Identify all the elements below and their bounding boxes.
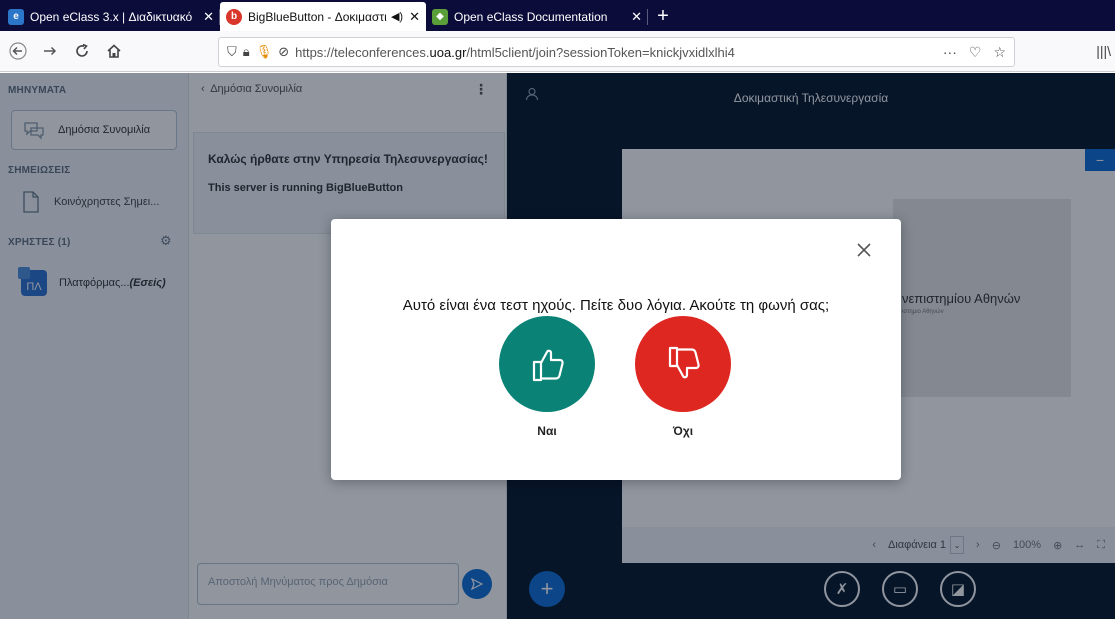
forward-button[interactable] [36, 37, 64, 65]
tab-close-icon[interactable]: ✕ [631, 9, 642, 25]
library-icon[interactable]: |||\ [1096, 43, 1111, 59]
eclass-favicon-icon: e [8, 8, 24, 25]
pocket-icon[interactable]: ♡ [969, 44, 982, 61]
tab-close-icon[interactable]: ✕ [203, 9, 214, 25]
thumbs-up-icon [532, 349, 564, 382]
tab-bigbluebutton[interactable]: b BigBlueButton - Δοκιμαστι ◀) ✕ [220, 2, 426, 31]
back-button[interactable] [4, 37, 32, 65]
tab-eclass[interactable]: e Open eClass 3.x | Διαδικτυακό ✕ [2, 2, 220, 31]
new-tab-button[interactable]: + [648, 2, 678, 31]
thumbs-down-icon [668, 346, 700, 379]
tab-title: BigBlueButton - Δοκιμαστι [248, 9, 387, 24]
yes-label: Ναι [537, 424, 557, 438]
reload-icon [76, 43, 88, 57]
home-icon [107, 44, 121, 58]
url-path: /html5client/join?sessionToken=knickjvxi… [466, 44, 735, 60]
forward-arrow-icon [44, 46, 57, 56]
browser-nav-bar: ⛉ 🔒︎ 🎙︎ ⊘ https://teleconferences. uoa.gr… [0, 31, 1115, 72]
address-bar[interactable]: ⛉ 🔒︎ 🎙︎ ⊘ https://teleconferences. uoa.gr… [218, 37, 1015, 67]
tab-title: Open eClass 3.x | Διαδικτυακό [30, 9, 193, 24]
no-circle[interactable] [635, 316, 731, 412]
no-button[interactable]: Όχι [635, 316, 731, 438]
url-host: uoa.gr [429, 44, 467, 60]
tab-title: Open eClass Documentation [454, 9, 608, 24]
home-button[interactable] [100, 37, 128, 65]
reload-button[interactable] [68, 37, 96, 65]
bookmark-star-icon[interactable]: ☆ [993, 44, 1006, 61]
speaker-icon[interactable]: ◀) [391, 10, 403, 23]
bbb-favicon-icon: b [226, 8, 242, 25]
tab-documentation[interactable]: ◆ Open eClass Documentation ✕ [426, 2, 648, 31]
yes-button[interactable]: Ναι [499, 316, 595, 438]
yes-circle[interactable] [499, 316, 595, 412]
tab-close-icon[interactable]: ✕ [409, 9, 420, 25]
autoplay-blocked-icon[interactable]: ⊘ [278, 44, 289, 60]
browser-tab-bar: e Open eClass 3.x | Διαδικτυακό ✕ b BigB… [0, 0, 1115, 31]
back-arrow-icon [9, 42, 27, 60]
microphone-icon[interactable]: 🎙︎ [256, 44, 273, 60]
no-label: Όχι [672, 424, 694, 438]
lock-icon[interactable]: 🔒︎ [243, 44, 250, 60]
close-icon [857, 243, 871, 257]
url-prefix: https://teleconferences. [295, 44, 430, 60]
page-actions-icon[interactable]: ··· [943, 44, 957, 61]
shield-icon[interactable]: ⛉ [227, 44, 237, 60]
echo-test-question: Αυτό είναι ένα τεστ ηχούς. Πείτε δυο λόγ… [402, 297, 830, 314]
echo-test-modal: Αυτό είναι ένα τεστ ηχούς. Πείτε δυο λόγ… [331, 219, 901, 480]
docs-favicon-icon: ◆ [432, 8, 448, 25]
close-button[interactable] [855, 241, 873, 259]
